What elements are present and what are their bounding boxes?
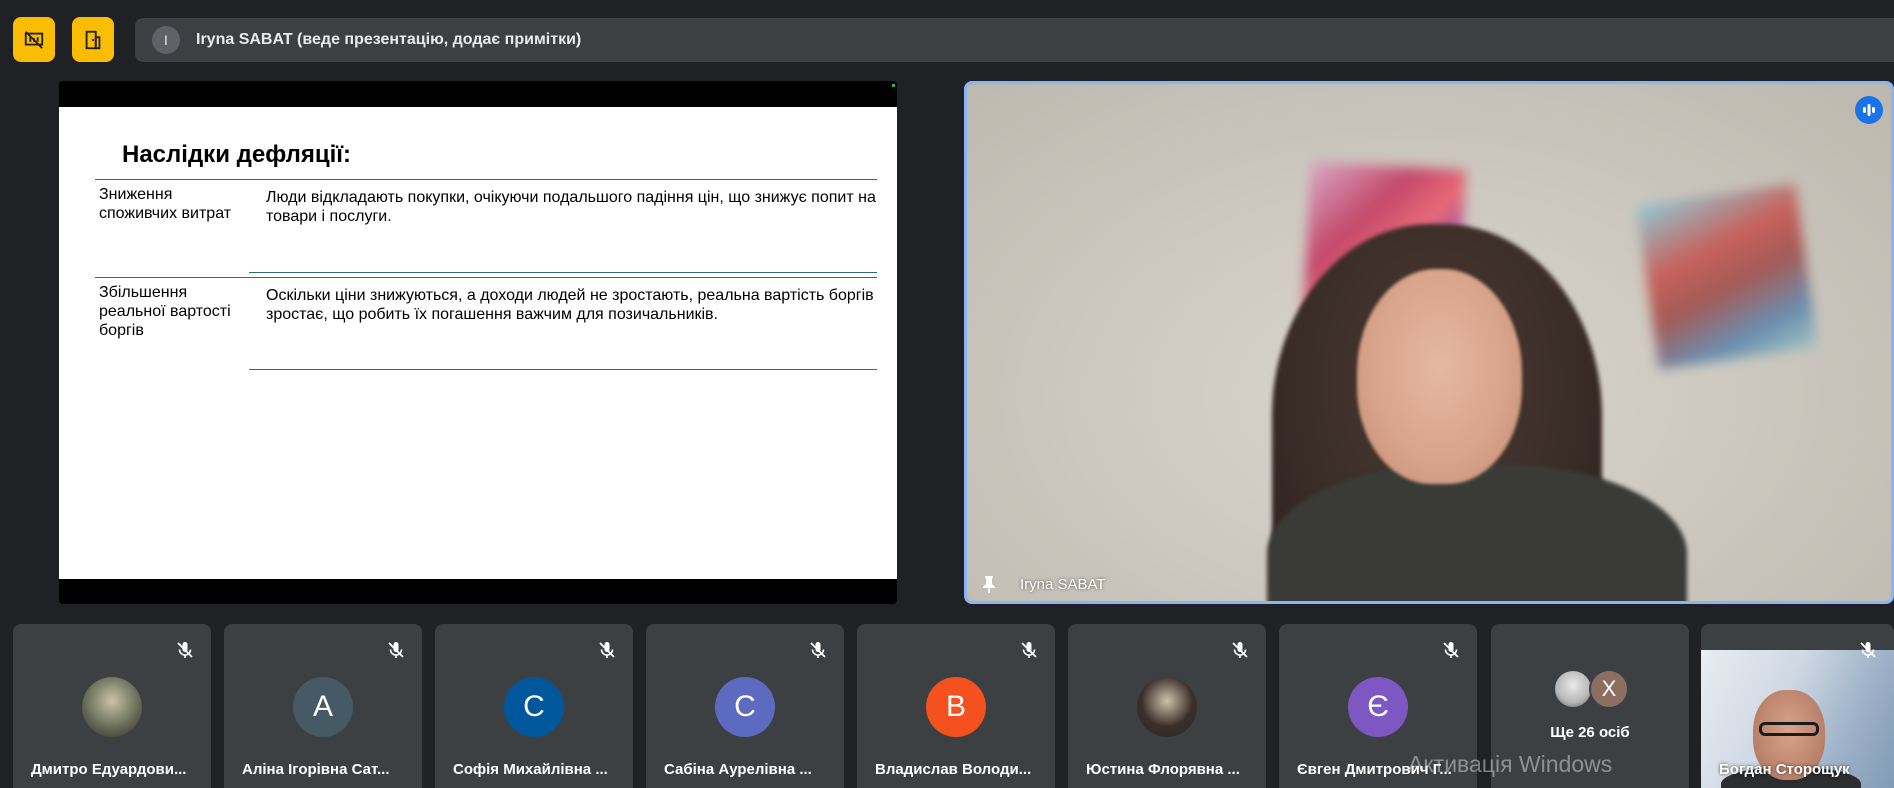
participant-tile[interactable]: А Аліна Ігорівна Сат... <box>224 624 422 788</box>
participant-avatar: В <box>926 677 986 737</box>
participant-avatar <box>82 677 142 737</box>
mic-off-icon <box>388 642 404 658</box>
participant-avatar: С <box>504 677 564 737</box>
presenter-status-text: Iryna SABAT (веде презентацію, додає при… <box>196 31 582 48</box>
participant-tile[interactable]: Дмитро Едуардови... <box>13 624 211 788</box>
table-divider <box>95 277 877 278</box>
slide-title: Наслідки дефляції: <box>122 141 352 168</box>
participant-tile[interactable]: Богдан Сторощук <box>1701 624 1894 788</box>
table-divider <box>249 272 877 273</box>
stacked-avatars: Х <box>1553 669 1633 709</box>
participant-avatar <box>1137 677 1197 737</box>
more-participants-label: Ще 26 осіб <box>1550 724 1630 741</box>
presenter-avatar: I <box>152 26 180 54</box>
participant-name: Владислав Володи... <box>875 761 1032 778</box>
table-divider <box>95 179 877 180</box>
participant-avatar: Є <box>1348 677 1408 737</box>
row-description: Оскільки ціни знижуються, а доходи людей… <box>266 287 874 323</box>
participant-name: Богдан Сторощук <box>1719 761 1850 778</box>
status-dot <box>892 84 895 87</box>
participant-name: Софія Михайлівна ... <box>453 761 608 778</box>
meet-window: I Iryna SABAT (веде презентацію, додає п… <box>0 0 1894 788</box>
wall-poster <box>1636 183 1818 370</box>
participant-avatar: А <box>293 677 353 737</box>
mic-off-icon <box>599 642 615 658</box>
participant-tile[interactable]: В Владислав Володи... <box>857 624 1055 788</box>
participant-name: Аліна Ігорівна Сат... <box>242 761 390 778</box>
presentation-off-icon <box>24 30 44 49</box>
row-term: Збільшення реальної вартості боргів <box>99 284 231 339</box>
participant-name: Юстина Флорявна ... <box>1086 761 1240 778</box>
participant-tile[interactable]: С Софія Михайлівна ... <box>435 624 633 788</box>
participant-tile[interactable]: С Сабіна Аурелівна ... <box>646 624 844 788</box>
door-exit-icon <box>85 30 101 49</box>
table-divider <box>249 369 877 370</box>
participant-avatar: Х <box>1589 669 1629 709</box>
participant-name: Сабіна Аурелівна ... <box>664 761 812 778</box>
speaker-name-label: Iryna SABAT <box>1020 576 1106 593</box>
speaker-video-tile[interactable]: Iryna SABAT <box>964 81 1894 604</box>
mic-off-icon <box>177 642 193 658</box>
participant-avatar: С <box>715 677 775 737</box>
row-term: Зниження споживчих витрат <box>99 186 232 222</box>
presentation-tile[interactable]: Наслідки дефляції: Зниження споживчих ви… <box>59 81 897 604</box>
mic-off-icon <box>810 642 826 658</box>
windows-activation-watermark: Активація Windows <box>1408 751 1613 777</box>
leave-room-button[interactable] <box>72 17 114 62</box>
speaking-indicator <box>1855 96 1883 124</box>
mic-off-icon <box>1860 642 1876 658</box>
participant-name: Дмитро Едуардови... <box>31 761 187 778</box>
participant-video <box>1759 722 1819 736</box>
mic-off-icon <box>1021 642 1037 658</box>
presenter-banner: I Iryna SABAT (веде презентацію, додає п… <box>135 18 1894 62</box>
audio-level-icon <box>1863 104 1875 116</box>
mic-off-icon <box>1232 642 1248 658</box>
pin-icon[interactable] <box>979 574 999 594</box>
participant-avatar <box>1553 669 1593 709</box>
speaker-video <box>1357 269 1522 484</box>
row-description: Люди відкладають покупки, очікуючи подал… <box>266 189 876 225</box>
participant-tile[interactable]: Юстина Флорявна ... <box>1068 624 1266 788</box>
mic-off-icon <box>1443 642 1459 658</box>
slide-content: Наслідки дефляції: Зниження споживчих ви… <box>59 107 897 579</box>
stop-presenting-button[interactable] <box>13 17 55 62</box>
